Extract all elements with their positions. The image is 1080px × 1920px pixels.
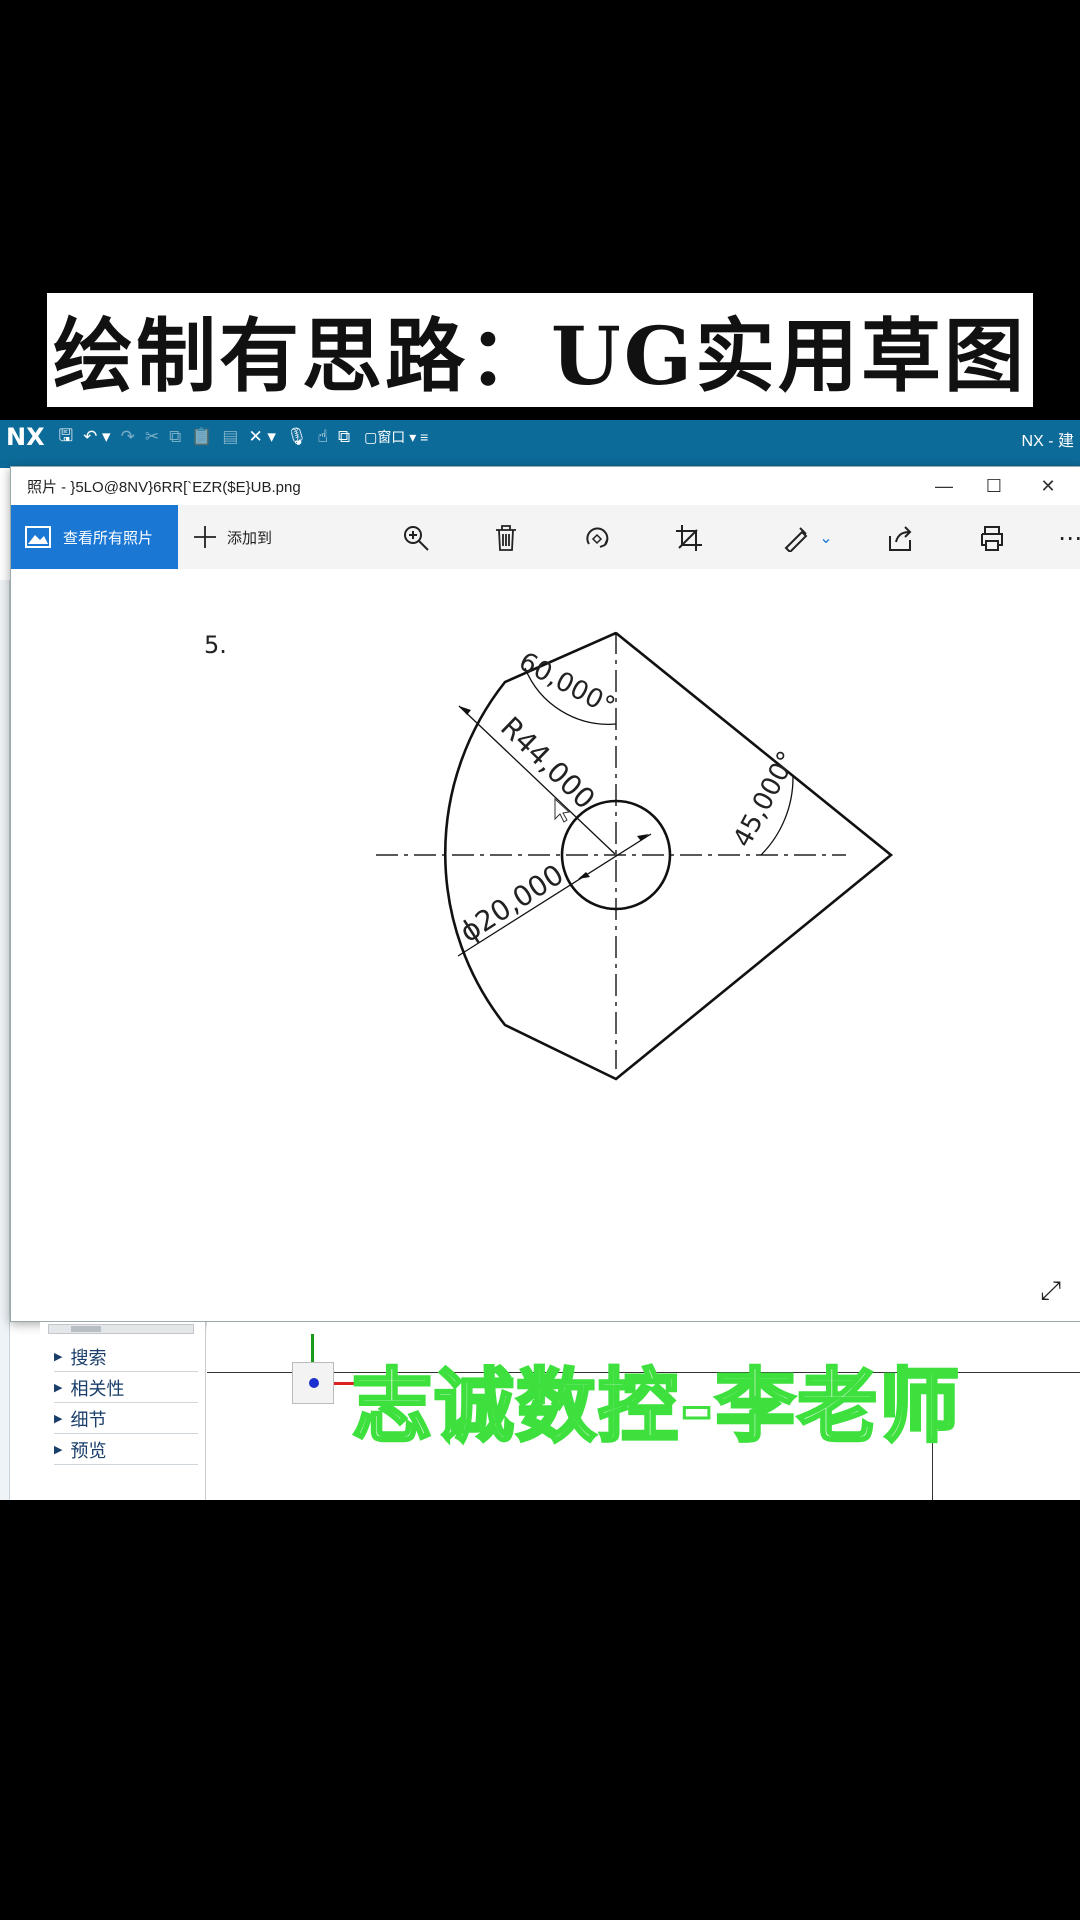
photo-canvas: 5. R44,000 ϕ20,000 60,000° 45,000° ⤢ <box>11 569 1080 1321</box>
expand-triangle-icon: ▶ <box>54 1444 63 1456</box>
nx-screen: NX 🖫 ↶ ▾ ↷ ✂ ⧉ 📋 ▤ ✕ ▾ 🎙 ☝ ⧉ ▢窗口 ▾ ≡ NX … <box>0 420 1080 1500</box>
expand-icon[interactable]: ⤢ <box>1040 1275 1061 1307</box>
expand-triangle-icon: ▶ <box>54 1413 63 1425</box>
chevron-down-icon[interactable]: ⌄ <box>811 523 841 553</box>
crop-icon[interactable] <box>674 523 704 553</box>
nav-item-preview[interactable]: ▶ 预览 <box>54 1435 198 1465</box>
part-navigator-panel: ▶ 搜索 ▶ 相关性 ▶ 细节 ▶ 预览 <box>40 1322 206 1500</box>
photos-viewer-window: 照片 - }5LO@8NV}6RR[`EZR($E}UB.png — ☐ ✕ 查… <box>10 466 1080 1322</box>
nx-window-title: NX - 建 <box>1021 433 1074 450</box>
add-to-button[interactable]: 添加到 <box>193 505 272 569</box>
origin-marker <box>292 1362 334 1404</box>
photo-gallery-icon <box>25 526 51 548</box>
photos-toolbar: 查看所有照片 添加到 ⌄ ⋯ <box>11 505 1080 569</box>
window-switch-icon[interactable]: ⧉ <box>338 427 350 447</box>
copy-icon[interactable]: ⧉ <box>169 427 181 447</box>
paste-special-icon[interactable]: ▤ <box>222 427 238 447</box>
close-icon[interactable]: ✕ <box>1035 473 1061 499</box>
view-all-photos-button[interactable]: 查看所有照片 <box>11 505 178 569</box>
nx-quick-access-toolbar: NX 🖫 ↶ ▾ ↷ ✂ ⧉ 📋 ▤ ✕ ▾ 🎙 ☝ ⧉ ▢窗口 ▾ ≡ NX … <box>0 420 1080 454</box>
undo-icon[interactable]: ↶ ▾ <box>83 427 111 447</box>
expand-triangle-icon: ▶ <box>54 1351 63 1363</box>
microphone-icon[interactable]: 🎙 <box>286 427 308 447</box>
photos-window-title: 照片 - }5LO@8NV}6RR[`EZR($E}UB.png <box>27 478 301 496</box>
part-outline <box>444 631 894 1081</box>
title-banner: 绘制有思路：UG实用草图 <box>47 293 1033 407</box>
delete-icon[interactable]: ✕ ▾ <box>248 427 276 447</box>
angle-60-dimension: 60,000° <box>514 647 620 722</box>
y-axis-indicator <box>311 1334 314 1364</box>
print-icon[interactable] <box>977 523 1007 553</box>
sketch-drawing: 5. R44,000 ϕ20,000 60,000° 45,000° <box>204 631 894 1081</box>
rotate-icon[interactable] <box>582 523 612 553</box>
radius-arrow <box>459 706 471 715</box>
plus-icon <box>194 526 216 548</box>
diameter-arrow-1 <box>637 834 649 841</box>
maximize-icon[interactable]: ☐ <box>981 473 1007 499</box>
touch-mode-icon[interactable]: ☝ <box>318 427 328 447</box>
nav-item-details[interactable]: ▶ 细节 <box>54 1404 198 1434</box>
redo-icon[interactable]: ↷ <box>121 427 135 447</box>
nx-logo: NX <box>6 423 45 451</box>
watermark-text: 志诚数控-李老师 <box>350 1358 962 1455</box>
panel-scrollbar[interactable] <box>48 1324 194 1334</box>
photos-titlebar: 照片 - }5LO@8NV}6RR[`EZR($E}UB.png — ☐ ✕ <box>11 467 1080 505</box>
paste-icon[interactable]: 📋 <box>191 427 212 447</box>
diameter-dimension: ϕ20,000 <box>454 858 570 949</box>
cut-icon[interactable]: ✂ <box>145 427 159 447</box>
share-icon[interactable] <box>885 523 915 553</box>
view-all-photos-label: 查看所有照片 <box>63 529 154 547</box>
minimize-icon[interactable]: — <box>931 473 957 499</box>
add-to-label: 添加到 <box>227 529 273 547</box>
graphics-window[interactable]: 志诚数控-李老师 <box>207 1322 1080 1500</box>
radius-dimension: R44,000 <box>494 710 601 815</box>
angle-45-dimension: 45,000° <box>728 746 803 852</box>
delete-icon[interactable] <box>491 523 521 553</box>
edit-icon[interactable] <box>781 523 811 553</box>
nav-item-dependencies[interactable]: ▶ 相关性 <box>54 1373 198 1403</box>
save-icon[interactable]: 🖫 <box>59 423 73 452</box>
expand-triangle-icon: ▶ <box>54 1382 63 1394</box>
zoom-in-icon[interactable] <box>401 523 431 553</box>
more-icon[interactable]: ⋯ <box>1055 523 1080 553</box>
banner-title: 绘制有思路：UG实用草图 <box>52 309 1028 403</box>
exercise-number: 5. <box>204 631 227 659</box>
nav-item-search[interactable]: ▶ 搜索 <box>54 1342 198 1372</box>
window-menu[interactable]: ▢窗口 ▾ ≡ <box>364 427 428 447</box>
nx-left-border <box>0 580 10 1500</box>
